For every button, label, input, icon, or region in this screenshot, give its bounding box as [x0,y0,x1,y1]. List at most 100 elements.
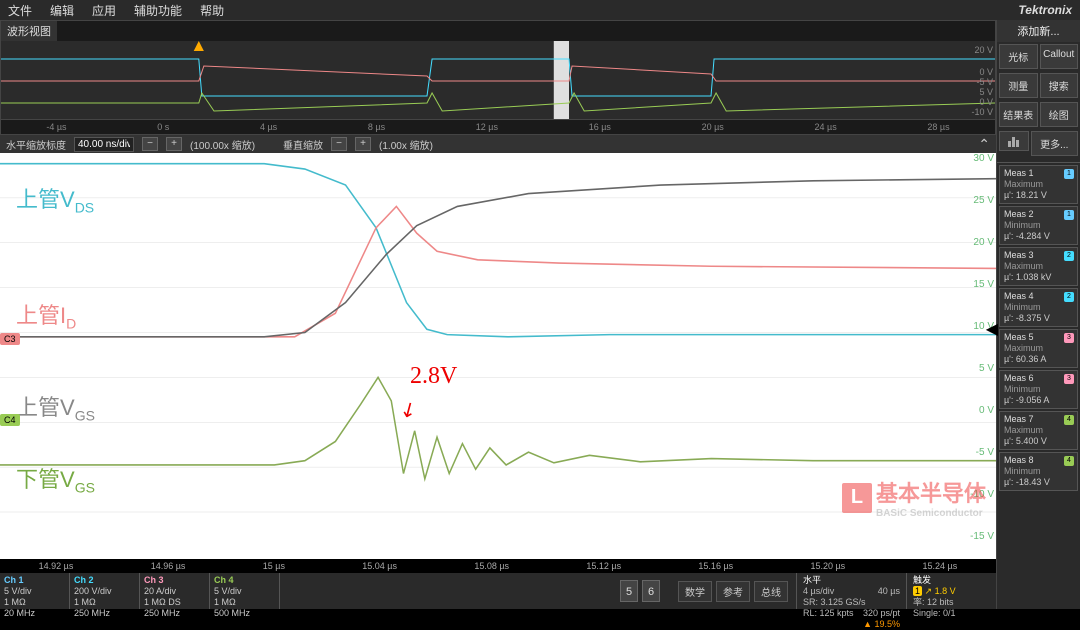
menu-edit[interactable]: 编辑 [50,2,74,19]
btn-cursor[interactable]: 光标 [999,44,1038,69]
watermark: L 基本半导体 BASiC Semiconductor [842,476,986,519]
main-plot[interactable]: 上管VDS上管ID上管VGS下管VGS C3C4 2.8V ↙ 30 V25 V… [0,153,996,559]
overview-panel: 波形视图 20 V 0 V -5 V 5 V 0 V -10 V -4 µs 0… [0,20,996,135]
ov-x-0: -4 µs [46,122,66,132]
btn-more[interactable]: 更多... [1031,131,1078,156]
btn-math[interactable]: 数学 [678,581,712,602]
ov-x-3: 8 µs [368,122,385,132]
zoom-vert-readout: (1.00x 缩放) [379,137,433,152]
zoom-out-v[interactable]: − [331,137,347,151]
btn-results[interactable]: 结果表 [999,102,1038,127]
ov-x-6: 20 µs [702,122,724,132]
btn-ref[interactable]: 参考 [716,581,750,602]
trigger-marker-icon: ◀ [986,319,998,339]
btn-bus[interactable]: 总线 [754,581,788,602]
zoom-value-input[interactable] [74,137,134,152]
watermark-sub: BASiC Semiconductor [876,508,986,519]
channel-info-2[interactable]: Ch 2200 V/div1 MΩ250 MHz [70,573,140,609]
channel-info-4[interactable]: Ch 45 V/div1 MΩ500 MHz [210,573,280,609]
measurement-list: Meas 11Maximumµ': 18.21 VMeas 21Minimumµ… [997,163,1080,609]
y-tick-7: -5 V [976,447,994,458]
x-tick-6: 15.16 µs [698,561,733,571]
zoom-label: 水平缩放标度 [6,137,66,152]
zoom-out-h[interactable]: − [142,137,158,151]
overview-title: 波形视图 [1,21,57,41]
ov-y-0: 20 V [974,45,993,55]
measurement-4[interactable]: Meas 42Minimumµ': -8.375 V [999,288,1078,327]
btn-callout[interactable]: Callout [1040,44,1079,69]
measurement-8[interactable]: Meas 84Minimumµ': -18.43 V [999,452,1078,491]
ch-badge-C3: C3 [0,333,20,345]
wave-label-1: 上管ID [16,298,76,331]
btn-plot[interactable]: 绘图 [1040,102,1079,127]
overview-collapse-icon[interactable]: ⌃ [978,136,990,153]
channel-info-3[interactable]: Ch 320 A/div1 MΩ DS250 MHz [140,573,210,609]
ov-x-4: 12 µs [476,122,498,132]
y-tick-1: 25 V [973,195,994,206]
x-tick-3: 15.04 µs [362,561,397,571]
measurement-2[interactable]: Meas 21Minimumµ': -4.284 V [999,206,1078,245]
channel-info-1[interactable]: Ch 15 V/div1 MΩ20 MHz [0,573,70,609]
wave-label-2: 上管VGS [16,390,95,423]
menu-a11y[interactable]: 辅助功能 [134,2,182,19]
x-tick-1: 14.96 µs [151,561,186,571]
menu-bar: 文件 编辑 应用 辅助功能 帮助 Tektronix [0,0,1080,20]
y-tick-0: 30 V [973,153,994,164]
ch-badge-C4: C4 [0,414,20,426]
ov-x-7: 24 µs [815,122,837,132]
hist-icon[interactable] [999,131,1029,151]
x-tick-8: 15.24 µs [923,561,958,571]
y-tick-9: -15 V [970,531,994,542]
right-title: 添加新... [997,20,1080,42]
measurement-7[interactable]: Meas 74Maximumµ': 5.400 V [999,411,1078,450]
bottom-bar: Ch 15 V/div1 MΩ20 MHzCh 2200 V/div1 MΩ25… [0,573,996,609]
measurement-1[interactable]: Meas 11Maximumµ': 18.21 V [999,165,1078,204]
btn-search[interactable]: 搜索 [1040,73,1079,98]
ov-x-2: 4 µs [260,122,277,132]
right-panel: 添加新... 光标Callout 测量搜索 结果表绘图 更多... Meas 1… [996,20,1080,609]
x-tick-7: 15.20 µs [810,561,845,571]
ov-x-8: 28 µs [927,122,949,132]
btn-5[interactable]: 5 [620,580,638,602]
horiz-info[interactable]: 水平 4 µs/div 40 µs SR: 3.125 GS/s 320 ps/… [796,573,906,609]
menu-file[interactable]: 文件 [8,2,32,19]
btn-measure[interactable]: 测量 [999,73,1038,98]
watermark-logo-icon: L [842,483,872,513]
brand: Tektronix [1018,3,1072,17]
x-tick-4: 15.08 µs [474,561,509,571]
overview-x-axis: -4 µs 0 s 4 µs 8 µs 12 µs 16 µs 20 µs 24… [1,119,995,133]
btn-6[interactable]: 6 [642,580,660,602]
trig-info[interactable]: 触发 1 ↗ 1.8 V 率: 12 bits Single: 0/1 [906,573,996,609]
y-tick-5: 5 V [979,363,994,374]
ov-y-5: -10 V [971,107,993,117]
measurement-3[interactable]: Meas 32Maximumµ': 1.038 kV [999,247,1078,286]
x-tick-5: 15.12 µs [586,561,621,571]
y-tick-6: 0 V [979,405,994,416]
zoom-in-v[interactable]: + [355,137,371,151]
ov-y-3: 5 V [979,87,993,97]
ov-x-1: 0 s [157,122,169,132]
watermark-main: 基本半导体 [876,481,986,506]
x-tick-0: 14.92 µs [39,561,74,571]
y-tick-2: 20 V [973,237,994,248]
x-tick-2: 15 µs [263,561,285,571]
ov-y-1: 0 V [979,67,993,77]
overview-plot[interactable]: 20 V 0 V -5 V 5 V 0 V -10 V [1,41,995,119]
zoom-vert-label: 垂直缩放 [283,137,323,152]
zoom-horiz-readout: (100.00x 缩放) [190,137,255,152]
menu-app[interactable]: 应用 [92,2,116,19]
wave-label-0: 上管VDS [16,182,94,215]
menu-help[interactable]: 帮助 [200,2,224,19]
measurement-6[interactable]: Meas 63Minimumµ': -9.056 A [999,370,1078,409]
ov-y-2: -5 V [976,77,993,87]
measurement-5[interactable]: Meas 53Maximumµ': 60.36 A [999,329,1078,368]
main-x-axis: 14.92 µs 14.96 µs 15 µs 15.04 µs 15.08 µs 15.… [0,559,996,573]
ov-y-4: 0 V [979,97,993,107]
zoom-in-h[interactable]: + [166,137,182,151]
annotation-arrow-icon: ↙ [395,394,422,424]
y-tick-3: 15 V [973,279,994,290]
trig-title: 触发 [913,575,990,586]
ov-x-5: 16 µs [589,122,611,132]
horiz-title: 水平 [803,575,900,586]
wave-label-3: 下管VGS [16,462,95,495]
